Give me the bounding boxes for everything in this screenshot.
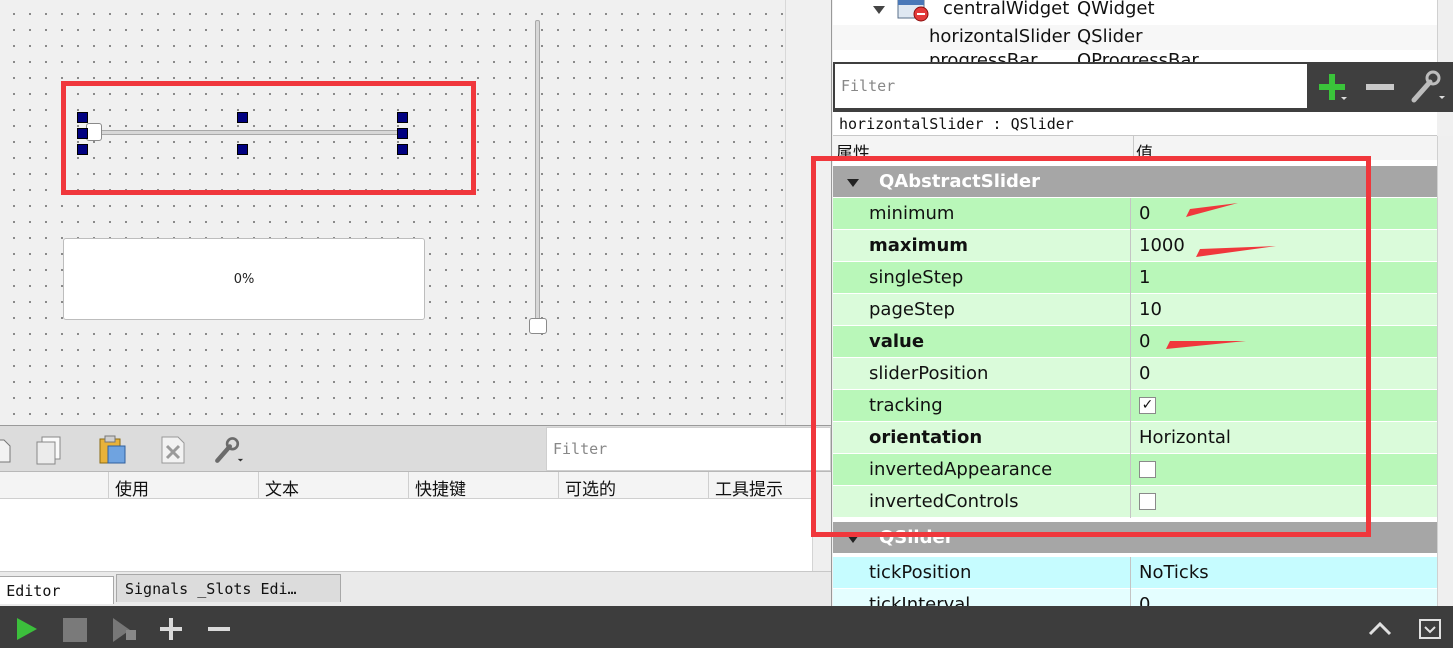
annotation-arrow-icon: [1196, 246, 1276, 257]
annotation-arrows: [1166, 203, 1276, 349]
annotation-arrow-icon: [1166, 341, 1246, 349]
annotation-arrow-icon: [1186, 203, 1238, 217]
